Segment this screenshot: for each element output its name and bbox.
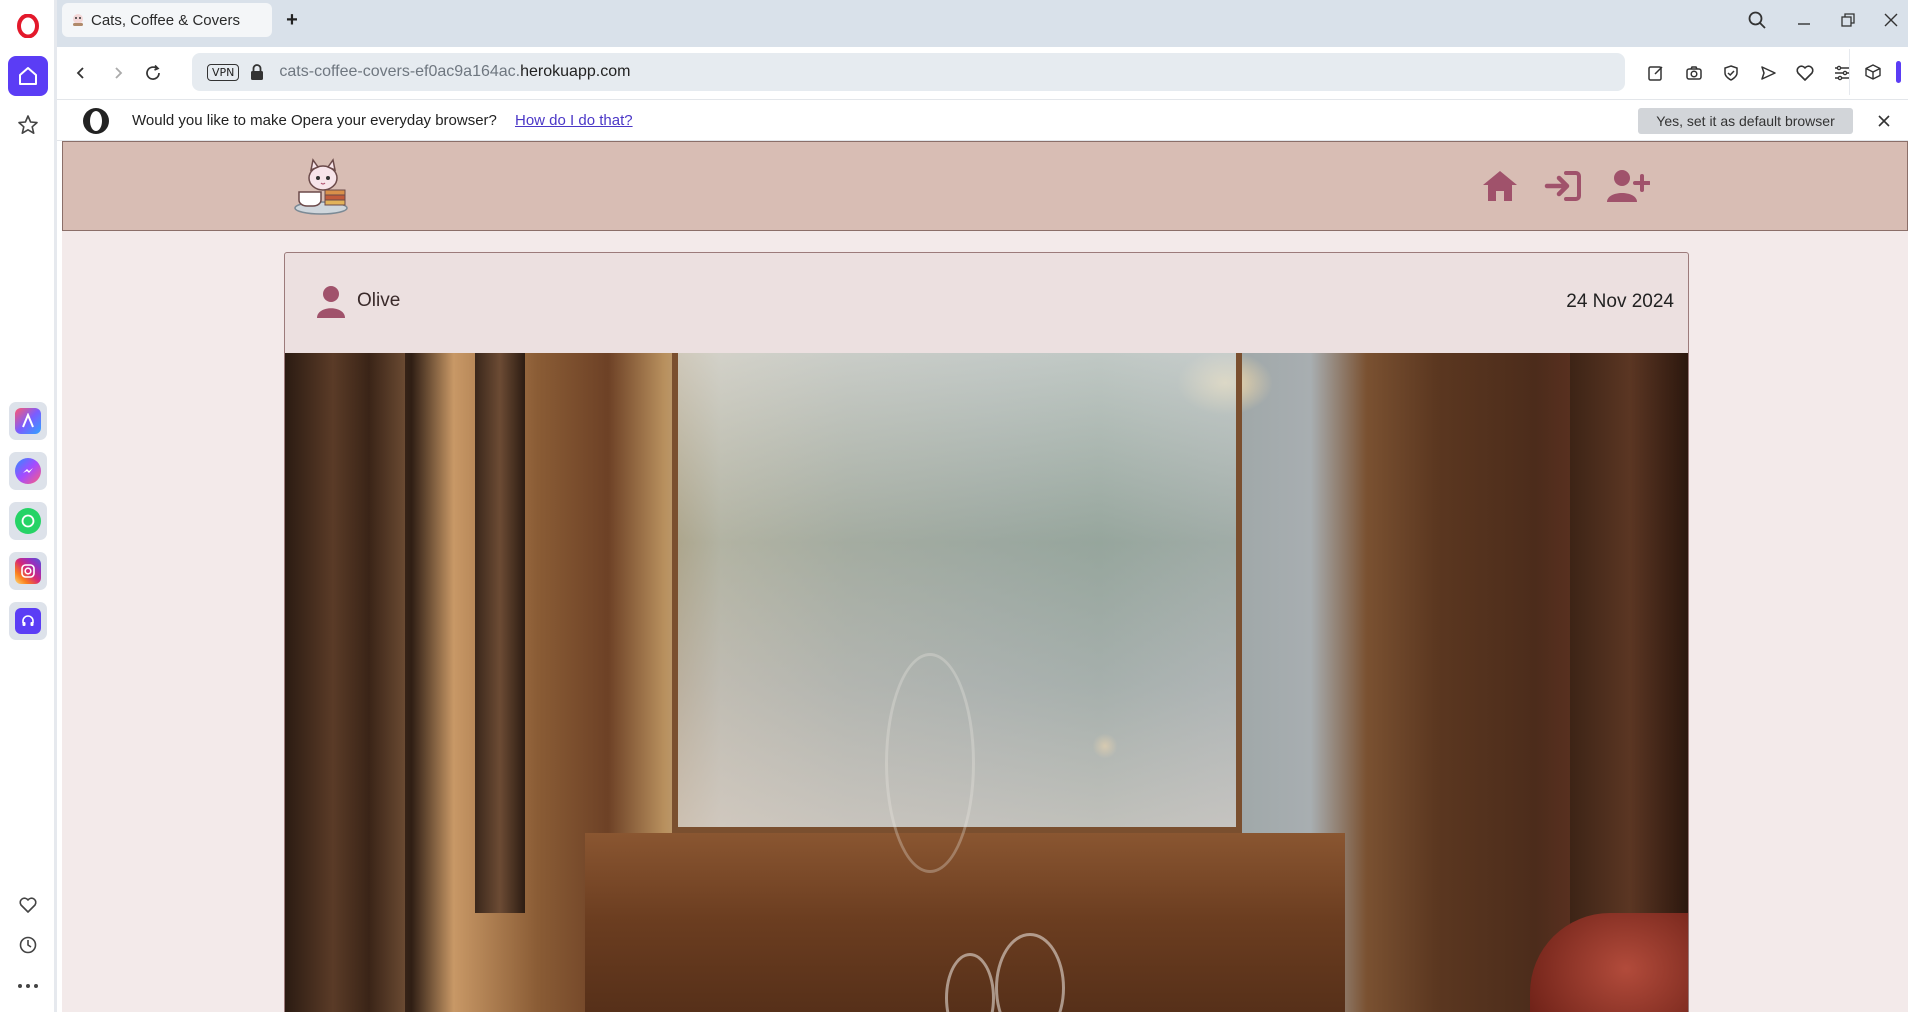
edit-icon[interactable] <box>1643 60 1669 86</box>
star-icon[interactable] <box>8 105 48 145</box>
lock-icon[interactable] <box>249 63 265 81</box>
new-tab-button[interactable]: + <box>278 6 306 34</box>
post-header: Olive 24 Nov 2024 <box>285 253 1688 353</box>
post-date: 24 Nov 2024 <box>1566 291 1674 312</box>
favorite-icon[interactable] <box>1792 60 1818 86</box>
extensions-area <box>1849 49 1903 95</box>
restore-icon[interactable] <box>1834 8 1862 32</box>
close-icon[interactable] <box>1873 110 1895 132</box>
image-shutter-left <box>285 353 405 1012</box>
close-window-icon[interactable] <box>1877 8 1905 32</box>
extensions-cube-icon[interactable] <box>1864 63 1882 81</box>
web-page: Olive 24 Nov 2024 <box>62 141 1908 1012</box>
whatsapp-icon[interactable] <box>9 502 47 540</box>
vpn-badge[interactable]: VPN <box>207 63 240 81</box>
image-steam <box>885 653 975 873</box>
default-browser-bar: Would you like to make Opera your everyd… <box>57 99 1908 141</box>
post-card[interactable]: Olive 24 Nov 2024 <box>284 252 1689 1012</box>
music-player-icon[interactable] <box>9 602 47 640</box>
send-icon[interactable] <box>1755 60 1781 86</box>
aria-icon[interactable] <box>9 402 47 440</box>
home-icon[interactable] <box>8 56 48 96</box>
url-bar[interactable]: VPN cats-coffee-covers-ef0ac9a164ac. hero… <box>192 53 1625 91</box>
browser-tab[interactable]: Cats, Coffee & Covers <box>62 3 272 37</box>
minimize-icon[interactable] <box>1790 8 1818 32</box>
search-tabs-icon[interactable] <box>1743 8 1771 32</box>
site-navbar <box>62 141 1908 231</box>
site-home-icon[interactable] <box>1478 164 1522 208</box>
sign-in-icon[interactable] <box>1541 164 1585 208</box>
back-icon[interactable] <box>67 59 95 87</box>
user-icon <box>317 286 345 318</box>
forward-icon[interactable] <box>104 59 132 87</box>
default-browser-message: Would you like to make Opera your everyd… <box>132 112 497 129</box>
more-icon[interactable] <box>8 966 48 1006</box>
heart-icon[interactable] <box>8 885 48 925</box>
messenger-icon[interactable] <box>9 452 47 490</box>
register-icon[interactable] <box>1606 164 1650 208</box>
set-default-button[interactable]: Yes, set it as default browser <box>1638 108 1853 134</box>
favicon-icon <box>73 14 83 26</box>
opera-sidebar <box>0 0 57 1012</box>
cat-coffee-logo-icon[interactable] <box>291 156 351 216</box>
instagram-icon[interactable] <box>9 552 47 590</box>
image-shutter-left-inner <box>475 353 525 913</box>
post-author[interactable]: Olive <box>357 290 400 312</box>
sidebar-toggle-accent[interactable] <box>1896 61 1901 83</box>
image-red-chair <box>1530 913 1688 1012</box>
how-do-i-link[interactable]: How do I do that? <box>515 112 633 129</box>
post-image[interactable] <box>285 353 1688 1012</box>
address-bar-row: VPN cats-coffee-covers-ef0ac9a164ac. hero… <box>57 47 1908 99</box>
url-domain: herokuapp.com <box>520 63 631 80</box>
reload-icon[interactable] <box>139 59 167 87</box>
opera-logo-icon[interactable] <box>8 6 48 46</box>
url-subdomain: cats-coffee-covers-ef0ac9a164ac. <box>279 63 521 80</box>
shield-icon[interactable] <box>1718 60 1744 86</box>
opera-o-icon <box>83 108 109 134</box>
camera-icon[interactable] <box>1681 60 1707 86</box>
history-icon[interactable] <box>8 925 48 965</box>
tab-title: Cats, Coffee & Covers <box>91 11 240 29</box>
tab-strip: Cats, Coffee & Covers + <box>57 0 1908 47</box>
